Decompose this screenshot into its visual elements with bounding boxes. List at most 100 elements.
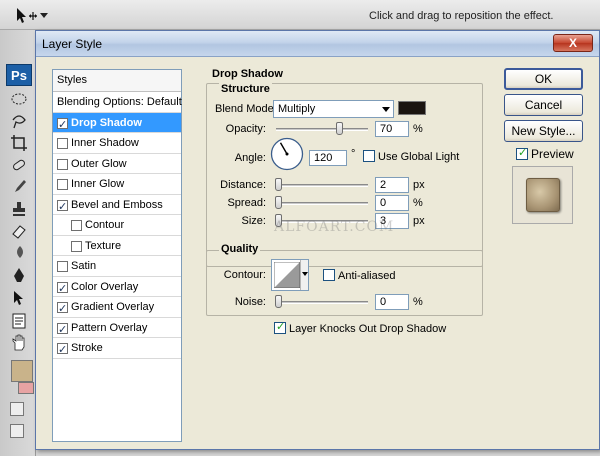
spread-field[interactable]: 0 <box>375 195 409 211</box>
angle-dial[interactable] <box>270 137 304 171</box>
style-item[interactable]: Contour <box>53 215 181 236</box>
style-item-label: Satin <box>71 260 97 272</box>
noise-field[interactable]: 0 <box>375 294 409 310</box>
anti-aliased-label: Anti-aliased <box>338 270 396 282</box>
cancel-button[interactable]: Cancel <box>504 94 583 116</box>
pen-tool-icon[interactable] <box>10 266 28 284</box>
contour-picker[interactable] <box>271 259 309 291</box>
screen-mode-icon[interactable] <box>10 424 24 438</box>
style-checkbox[interactable] <box>57 197 68 217</box>
chevron-down-icon <box>382 107 390 112</box>
style-item-label: Color Overlay <box>71 280 139 293</box>
distance-slider-thumb[interactable] <box>275 178 282 191</box>
noise-unit: % <box>413 296 423 308</box>
spread-slider[interactable] <box>276 202 368 205</box>
tools-panel: Ps <box>0 30 36 456</box>
stamp-tool-icon[interactable] <box>10 200 28 218</box>
use-global-light-label: Use Global Light <box>378 151 460 163</box>
knockout-checkbox[interactable]: Layer Knocks Out Drop Shadow <box>274 320 447 335</box>
dialog-titlebar[interactable]: Layer Style X <box>36 31 599 57</box>
brush-tool-icon[interactable] <box>10 178 28 196</box>
style-checkbox[interactable] <box>57 138 68 149</box>
opacity-slider[interactable] <box>276 128 368 131</box>
move-tool-icon[interactable] <box>14 7 40 25</box>
style-item-label: Stroke <box>71 342 103 354</box>
style-item[interactable]: Texture <box>53 236 181 256</box>
contour-linear-icon <box>274 262 300 288</box>
type-tool-icon[interactable] <box>10 288 28 306</box>
style-item[interactable]: Inner Glow <box>53 174 181 195</box>
preview-box[interactable] <box>516 146 528 160</box>
blend-mode-select[interactable]: Multiply <box>273 100 394 118</box>
styles-header[interactable]: Styles <box>53 70 181 92</box>
anti-aliased-box[interactable] <box>323 269 335 281</box>
style-checkbox[interactable] <box>57 320 68 340</box>
style-item[interactable]: Drop Shadow <box>53 112 181 135</box>
style-item[interactable]: Blending Options: Default <box>53 92 182 113</box>
style-checkbox[interactable] <box>71 220 82 231</box>
style-checkbox[interactable] <box>57 179 68 190</box>
style-item[interactable]: Color Overlay <box>53 277 181 299</box>
noise-slider-thumb[interactable] <box>275 295 282 308</box>
quality-title: Quality <box>219 243 261 255</box>
style-item-label: Pattern Overlay <box>71 321 148 334</box>
use-global-light-checkbox[interactable]: Use Global Light <box>363 150 459 163</box>
style-item[interactable]: Pattern Overlay <box>53 318 181 340</box>
preview-checkbox[interactable]: Preview <box>516 146 574 161</box>
foreground-color-swatch[interactable] <box>11 360 33 382</box>
style-checkbox[interactable] <box>57 340 68 360</box>
quick-mask-icon[interactable] <box>10 402 24 416</box>
style-checkbox[interactable] <box>57 115 68 135</box>
angle-unit: ° <box>351 148 356 160</box>
notes-tool-icon[interactable] <box>10 312 28 330</box>
styles-list: Styles Blending Options: Default Drop Sha… <box>52 69 182 442</box>
structure-title: Structure <box>219 83 272 95</box>
style-checkbox[interactable] <box>71 240 82 252</box>
style-checkbox[interactable] <box>57 261 68 272</box>
watermark: ALFOART.COM <box>274 219 395 235</box>
style-item[interactable]: Inner Shadow <box>53 133 181 154</box>
lasso-tool-icon[interactable] <box>10 112 28 130</box>
size-unit: px <box>413 215 425 227</box>
crop-tool-icon[interactable] <box>10 134 28 152</box>
distance-field[interactable]: 2 <box>375 177 409 193</box>
opacity-slider-thumb[interactable] <box>336 122 344 135</box>
style-item[interactable]: Satin <box>53 256 181 277</box>
spread-slider-thumb[interactable] <box>275 196 282 209</box>
noise-slider[interactable] <box>276 301 368 304</box>
close-button[interactable]: X <box>553 34 593 52</box>
style-item[interactable]: Gradient Overlay <box>53 297 181 319</box>
background-color-swatch[interactable] <box>18 382 34 394</box>
style-checkbox[interactable] <box>57 299 68 319</box>
hand-tool-icon[interactable] <box>10 334 28 352</box>
style-item[interactable]: Stroke <box>53 338 181 360</box>
opacity-field[interactable]: 70 <box>375 121 409 137</box>
angle-field[interactable]: 120 <box>309 150 347 166</box>
style-item[interactable]: Bevel and Emboss <box>53 195 181 217</box>
ok-button[interactable]: OK <box>504 68 583 90</box>
knockout-label: Layer Knocks Out Drop Shadow <box>289 323 447 335</box>
knockout-box[interactable] <box>274 320 286 334</box>
shadow-color-swatch[interactable] <box>398 101 426 115</box>
eraser-tool-icon[interactable] <box>10 222 28 240</box>
options-hint: Click and drag to reposition the effect. <box>369 10 554 22</box>
new-style-button[interactable]: New Style... <box>504 120 583 142</box>
style-checkbox[interactable] <box>57 158 68 170</box>
distance-slider[interactable] <box>276 184 368 187</box>
marquee-tool-icon[interactable] <box>10 90 28 108</box>
section-title: Drop Shadow <box>210 68 285 80</box>
style-item-label: Contour <box>85 219 125 231</box>
style-item-label: Bevel and Emboss <box>71 198 163 211</box>
contour-label: Contour: <box>223 269 266 281</box>
anti-aliased-checkbox[interactable]: Anti-aliased <box>323 269 395 282</box>
healing-tool-icon[interactable] <box>10 156 28 174</box>
dialog-title: Layer Style <box>42 37 103 51</box>
style-item-label: Inner Shadow <box>71 137 139 149</box>
noise-label: Noise: <box>234 296 266 308</box>
gradient-tool-icon[interactable] <box>10 244 28 262</box>
style-item[interactable]: Outer Glow <box>53 154 181 174</box>
use-global-light-box[interactable] <box>363 150 375 162</box>
tool-dropdown-icon[interactable] <box>40 13 48 19</box>
style-checkbox[interactable] <box>57 279 68 299</box>
spread-unit: % <box>413 197 423 209</box>
